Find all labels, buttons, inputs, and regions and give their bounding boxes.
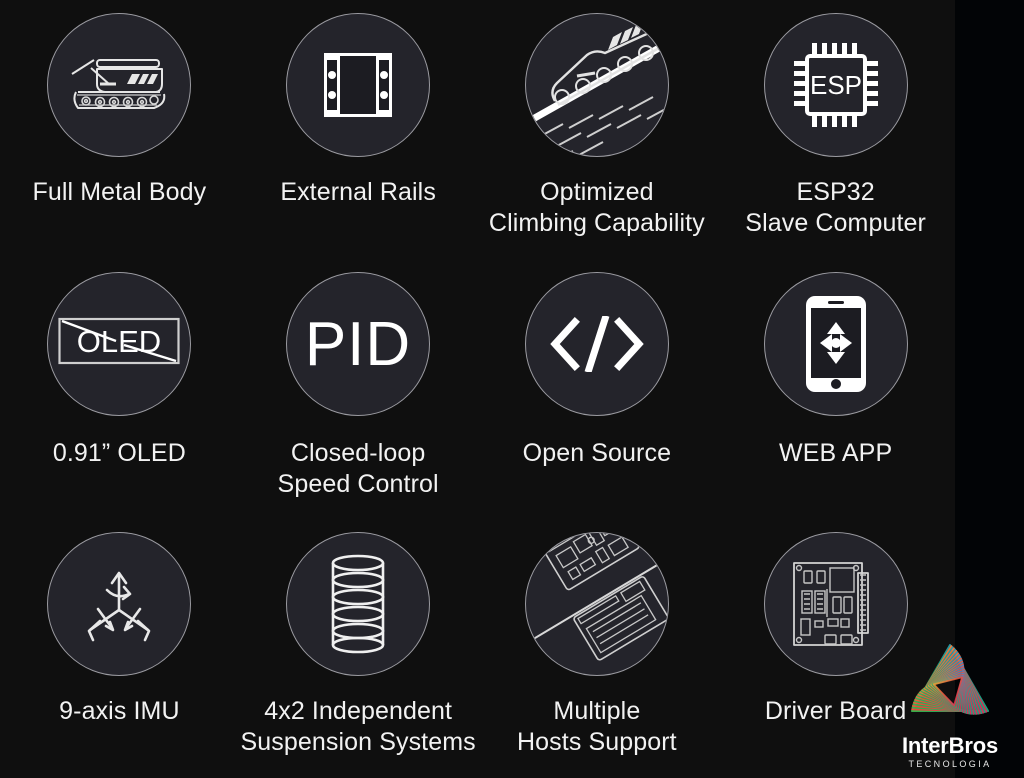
tracked-tank-icon	[64, 46, 174, 124]
badge-external-rails	[286, 13, 431, 157]
interbros-logo[interactable]: InterBros TECNOLOGIA	[884, 630, 1016, 770]
pid-label: PID	[305, 310, 411, 379]
pid-text-icon: PID	[298, 309, 418, 379]
oled-screen-icon: OLED	[58, 315, 180, 373]
badge-open-source	[524, 272, 669, 417]
feature-label: WEB APP	[779, 439, 893, 468]
feature-cell-climbing-capability[interactable]: Optimized Climbing Capability	[478, 0, 717, 259]
badge-climbing-capability	[524, 13, 669, 157]
feature-label: Open Source	[522, 439, 672, 468]
interbros-tagline: TECNOLOGIA	[908, 759, 992, 769]
two-boards-split-icon	[525, 532, 668, 675]
feature-label: External Rails	[280, 178, 436, 206]
feature-grid-page: Full Metal Body External Rails Optimized…	[0, 0, 1024, 778]
feature-cell-external-rails[interactable]: External Rails	[239, 0, 478, 259]
feature-label: Optimized Climbing Capability	[488, 178, 705, 237]
feature-label: 0.91” OLED	[52, 439, 186, 468]
interbros-mark-icon	[900, 635, 1000, 732]
feature-label: Closed-loop Speed Control	[277, 439, 439, 499]
badge-esp32: ESP	[763, 13, 908, 157]
feature-label: 4x2 Independent Suspension Systems	[240, 696, 476, 756]
badge-suspension	[286, 531, 431, 676]
badge-web-app	[763, 272, 908, 417]
esp-chip-icon: ESP	[793, 42, 879, 128]
driver-pcb-icon	[790, 559, 882, 649]
smartphone-dpad-icon	[805, 295, 867, 393]
badge-imu	[47, 531, 192, 676]
feature-cell-multiple-hosts[interactable]: Multiple Hosts Support	[478, 519, 717, 778]
feature-label: 9-axis IMU	[59, 696, 180, 725]
feature-cell-pid[interactable]: PID Closed-loop Speed Control	[239, 259, 478, 518]
badge-full-metal-body	[47, 13, 192, 157]
esp-chip-label: ESP	[810, 70, 862, 100]
tank-climbing-slope-icon	[525, 14, 668, 156]
feature-cell-esp32[interactable]: ESP ESP32 Slave Computer	[716, 0, 955, 259]
feature-label: Full Metal Body	[32, 178, 207, 206]
coil-spring-icon	[328, 554, 388, 654]
three-axis-arrows-icon	[76, 562, 162, 646]
feature-cell-web-app[interactable]: WEB APP	[716, 259, 955, 518]
feature-cell-full-metal-body[interactable]: Full Metal Body	[0, 0, 239, 259]
features-grid: Full Metal Body External Rails Optimized…	[0, 0, 955, 778]
oled-screen-label: OLED	[77, 324, 161, 359]
feature-label: Multiple Hosts Support	[517, 696, 677, 756]
code-brackets-icon	[549, 316, 645, 373]
feature-cell-suspension[interactable]: 4x2 Independent Suspension Systems	[239, 519, 478, 778]
badge-oled: OLED	[47, 272, 192, 417]
feature-cell-imu[interactable]: 9-axis IMU	[0, 519, 239, 778]
feature-cell-open-source[interactable]: Open Source	[478, 259, 717, 518]
feature-cell-oled[interactable]: OLED 0.91” OLED	[0, 259, 239, 518]
external-rails-icon	[318, 45, 398, 125]
badge-multiple-hosts	[524, 531, 669, 676]
badge-pid: PID	[286, 272, 431, 417]
feature-label: ESP32 Slave Computer	[745, 178, 926, 237]
interbros-wordmark: InterBros	[902, 733, 998, 758]
